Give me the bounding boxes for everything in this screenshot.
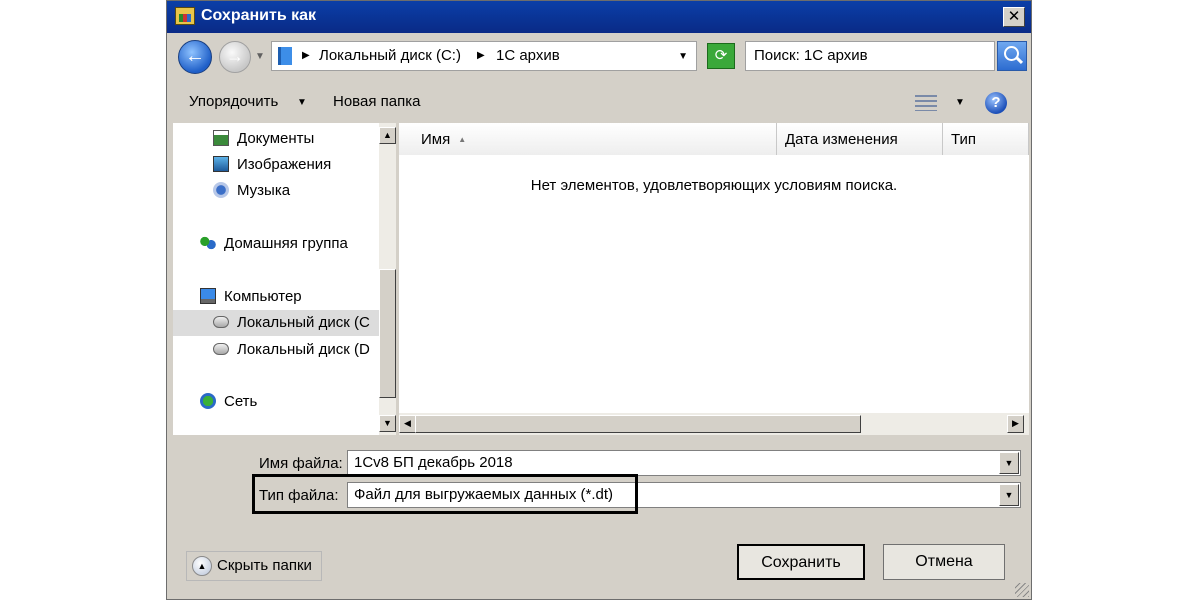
- scroll-left-icon[interactable]: ◀: [399, 415, 416, 433]
- network-icon: [200, 393, 216, 409]
- nav-item-homegroup[interactable]: Домашняя группа: [173, 231, 379, 257]
- filename-dropdown-icon[interactable]: ▼: [999, 452, 1019, 474]
- help-icon[interactable]: ?: [985, 92, 1007, 114]
- breadcrumb-separator-icon[interactable]: ▶: [302, 50, 310, 61]
- organize-button[interactable]: Упорядочить: [189, 93, 278, 110]
- music-icon: [213, 182, 229, 198]
- close-button[interactable]: ✕: [1003, 7, 1025, 27]
- file-list[interactable]: Имя ▲ Дата изменения Тип Нет элементов, у…: [399, 123, 1029, 435]
- breadcrumb-drive-c[interactable]: Локальный диск (C:): [319, 47, 461, 64]
- back-arrow-icon: ←: [185, 45, 205, 67]
- column-header-name[interactable]: Имя ▲: [399, 123, 777, 155]
- file-list-horizontal-scrollbar[interactable]: ◀ ▶: [399, 413, 1029, 435]
- sort-up-icon: ▲: [458, 135, 467, 144]
- nav-item-label: Сеть: [224, 393, 258, 410]
- back-button[interactable]: ←: [178, 40, 212, 74]
- empty-message: Нет элементов, удовлетворяющих условиям …: [530, 177, 898, 194]
- nav-item-label: Локальный диск (C: [237, 314, 370, 331]
- forward-arrow-icon: →: [226, 46, 244, 66]
- nav-scrollbar[interactable]: ▲ ▼: [379, 123, 396, 435]
- view-dropdown-icon[interactable]: ▼: [955, 97, 965, 108]
- nav-item-documents[interactable]: Документы: [173, 126, 379, 152]
- nav-item-drive-c[interactable]: Локальный диск (C: [173, 310, 379, 336]
- title-bar[interactable]: Сохранить как ✕: [167, 1, 1031, 33]
- scroll-down-icon[interactable]: ▼: [379, 415, 396, 432]
- horizontal-scroll-thumb[interactable]: [415, 415, 861, 433]
- column-header-type[interactable]: Тип: [943, 123, 1029, 155]
- history-dropdown-icon[interactable]: ▼: [255, 51, 265, 62]
- documents-icon: [213, 130, 229, 146]
- refresh-icon: ⟳: [714, 47, 728, 64]
- scroll-right-icon[interactable]: ▶: [1007, 415, 1024, 433]
- close-icon: ✕: [1007, 8, 1021, 25]
- nav-item-computer[interactable]: Компьютер: [173, 284, 379, 310]
- nav-item-drive-d[interactable]: Локальный диск (D: [173, 337, 379, 363]
- cancel-button[interactable]: Отмена: [883, 544, 1005, 580]
- breadcrumb-folder[interactable]: 1С архив: [496, 47, 560, 64]
- search-icon[interactable]: [997, 41, 1027, 71]
- scroll-up-icon[interactable]: ▲: [379, 127, 396, 144]
- hide-folders-button[interactable]: ▲ Скрыть папки: [186, 551, 322, 581]
- pictures-icon: [213, 156, 229, 172]
- computer-icon: [200, 288, 216, 304]
- nav-item-label: Компьютер: [224, 288, 302, 305]
- chevron-down-icon[interactable]: ▼: [297, 97, 307, 108]
- drive-icon: [213, 316, 229, 328]
- new-folder-button[interactable]: Новая папка: [333, 93, 420, 110]
- search-input[interactable]: Поиск: 1С архив: [745, 41, 995, 71]
- forward-button[interactable]: →: [219, 41, 251, 73]
- nav-item-network[interactable]: Сеть: [173, 389, 379, 415]
- nav-scroll-thumb[interactable]: [379, 269, 396, 398]
- collapse-up-icon: ▲: [192, 556, 212, 576]
- toolbar: Упорядочить ▼ Новая папка ▼ ?: [167, 79, 1031, 123]
- filetype-highlight-frame: [252, 474, 638, 514]
- filetype-dropdown-icon[interactable]: ▼: [999, 484, 1019, 506]
- homegroup-icon: [200, 235, 216, 251]
- app-icon: [175, 7, 195, 25]
- nav-item-music[interactable]: Музыка: [173, 178, 379, 204]
- folder-icon: [278, 47, 292, 65]
- view-options-icon[interactable]: [915, 95, 937, 111]
- nav-item-label: Локальный диск (D: [237, 341, 370, 358]
- nav-item-label: Документы: [237, 130, 315, 147]
- nav-item-label: Изображения: [237, 156, 332, 173]
- nav-item-label: Музыка: [237, 182, 291, 199]
- drive-icon: [213, 343, 229, 355]
- nav-item-label: Домашняя группа: [224, 235, 348, 252]
- column-header-date[interactable]: Дата изменения: [777, 123, 943, 155]
- breadcrumb-separator-icon[interactable]: ▶: [477, 50, 485, 61]
- address-bar[interactable]: ▶ Локальный диск (C:) ▶ 1С архив ▼: [271, 41, 697, 71]
- address-dropdown-icon[interactable]: ▼: [678, 51, 688, 62]
- navigation-bar: ← → ▼ ▶ Локальный диск (C:) ▶ 1С архив ▼…: [167, 33, 1031, 79]
- nav-item-pictures[interactable]: Изображения: [173, 152, 379, 178]
- navigation-pane[interactable]: Документы Изображения Музыка Домашняя гр…: [173, 123, 396, 435]
- refresh-button[interactable]: ⟳: [707, 43, 735, 69]
- filename-input[interactable]: 1Cv8 БП декабрь 2018: [347, 450, 1021, 476]
- filename-label: Имя файла:: [259, 455, 343, 472]
- resize-grip[interactable]: [1015, 583, 1029, 597]
- window-title: Сохранить как: [201, 7, 317, 24]
- save-button[interactable]: Сохранить: [737, 544, 865, 580]
